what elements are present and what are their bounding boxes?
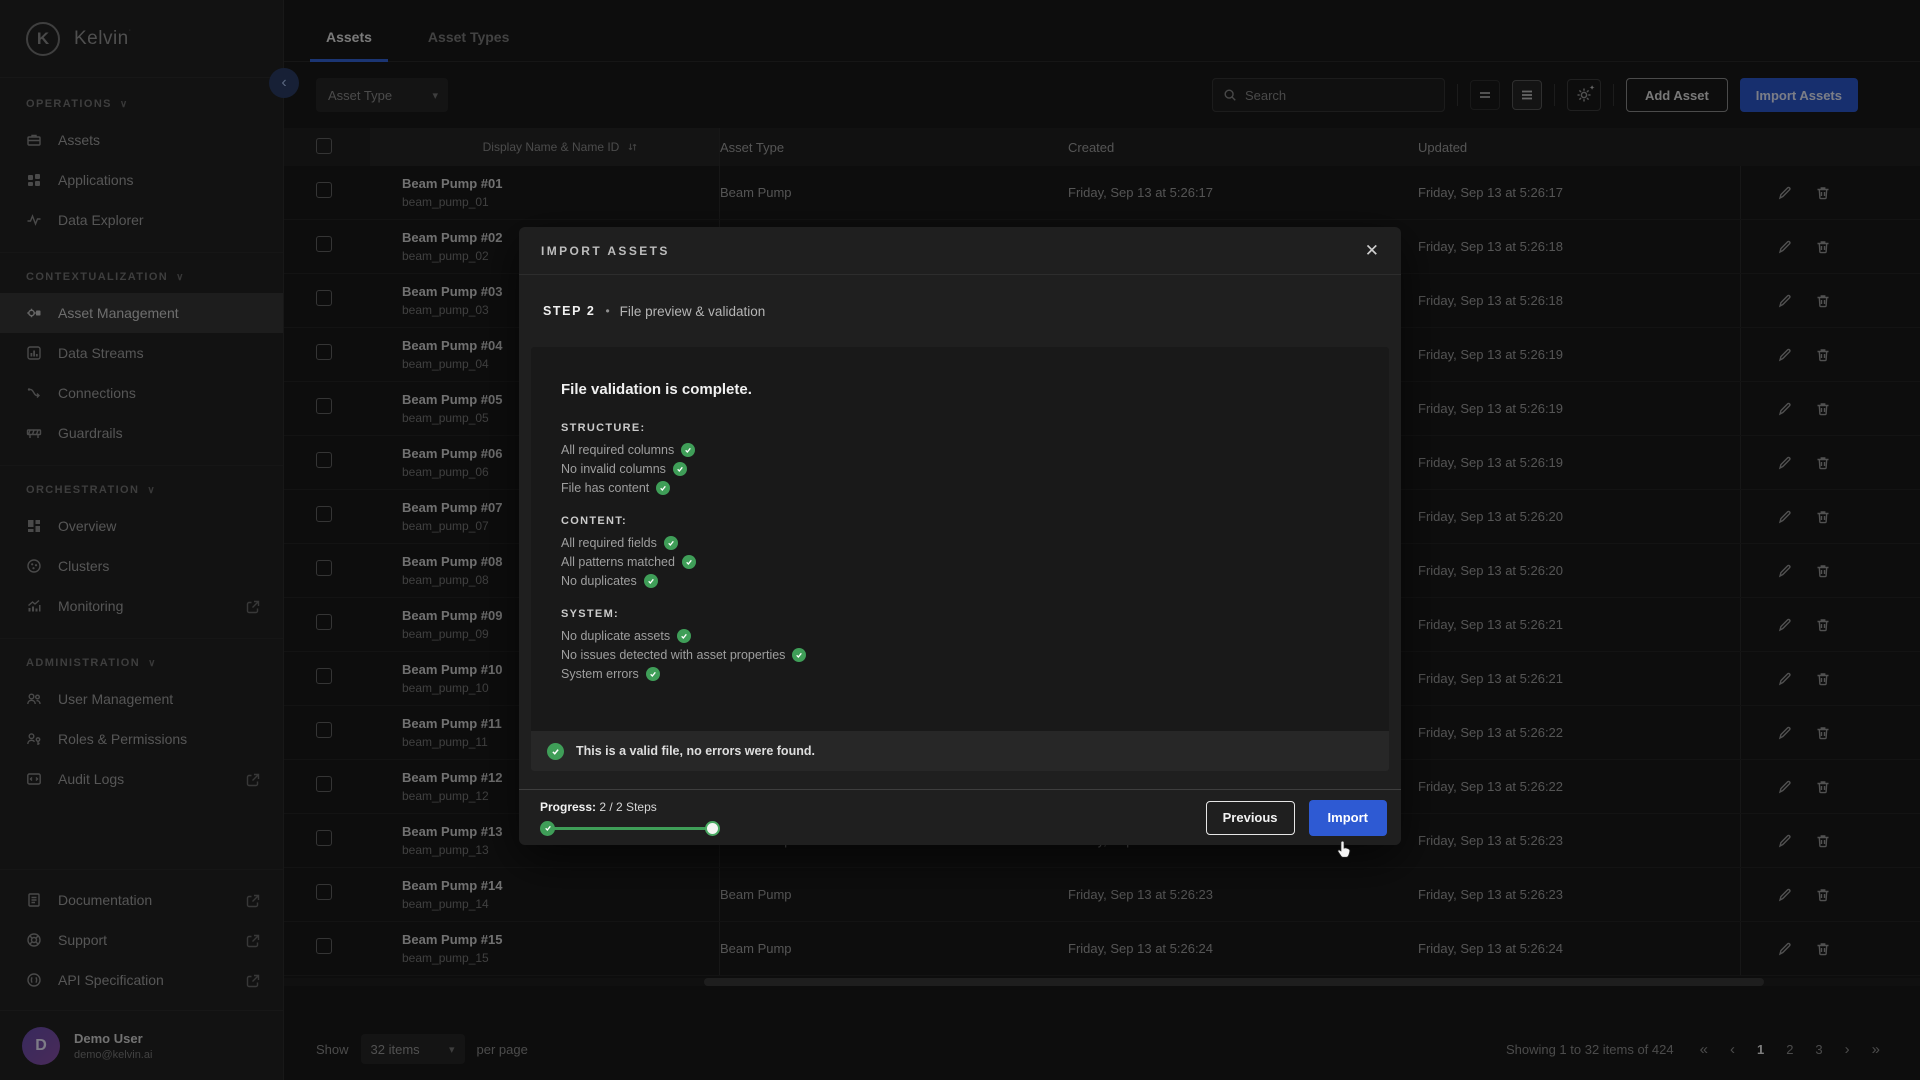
close-icon[interactable]: ✕	[1365, 241, 1379, 261]
progress-track	[540, 821, 720, 836]
mouse-cursor	[1335, 839, 1355, 859]
modal-step-bar: STEP 2 • File preview & validation	[519, 275, 1401, 347]
validation-item: All required fields	[561, 536, 1359, 550]
check-circle-icon	[644, 574, 658, 588]
check-circle-icon	[792, 648, 806, 662]
validation-item-text: File has content	[561, 481, 649, 495]
check-circle-icon	[681, 443, 695, 457]
check-circle-icon	[673, 462, 687, 476]
progress-block: Progress: 2 / 2 Steps	[540, 800, 720, 836]
validation-group-structure: STRUCTURE: All required columns No invalid…	[561, 422, 1359, 495]
validation-item: No invalid columns	[561, 462, 1359, 476]
validation-result-message: This is a valid file, no errors were fou…	[576, 744, 815, 758]
validation-item-text: No invalid columns	[561, 462, 666, 476]
progress-label-row: Progress: 2 / 2 Steps	[540, 800, 720, 814]
import-button[interactable]: Import	[1309, 800, 1387, 836]
modal-header: IMPORT ASSETS ✕	[519, 227, 1401, 275]
app-root: K Kelvin˙ OPERATIONS∨AssetsApplicationsD…	[0, 0, 1920, 1080]
modal-body: File validation is complete. STRUCTURE: A…	[519, 347, 1401, 771]
check-circle-icon	[682, 555, 696, 569]
check-circle-icon	[646, 667, 660, 681]
progress-step2-node	[705, 821, 720, 836]
check-circle-icon	[664, 536, 678, 550]
validation-panel: File validation is complete. STRUCTURE: A…	[531, 347, 1389, 771]
validation-item-text: No issues detected with asset properties	[561, 648, 785, 662]
previous-button[interactable]: Previous	[1206, 801, 1295, 835]
validation-item: All patterns matched	[561, 555, 1359, 569]
validation-item: No duplicate assets	[561, 629, 1359, 643]
validation-group-label: CONTENT:	[561, 515, 1359, 527]
step-label: STEP 2	[543, 304, 595, 318]
validation-group-content: CONTENT: All required fields All patterns …	[561, 515, 1359, 588]
check-circle-icon	[677, 629, 691, 643]
check-circle-icon	[656, 481, 670, 495]
progress-step1-node	[540, 821, 555, 836]
validation-groups: STRUCTURE: All required columns No invalid…	[561, 422, 1359, 681]
validation-group-label: STRUCTURE:	[561, 422, 1359, 434]
validation-group-system: SYSTEM: No duplicate assets No issues dete…	[561, 608, 1359, 681]
validation-item-text: All required columns	[561, 443, 674, 457]
validation-item-text: System errors	[561, 667, 639, 681]
check-circle-icon	[547, 743, 564, 760]
validation-item-text: All patterns matched	[561, 555, 675, 569]
validation-item: No duplicates	[561, 574, 1359, 588]
validation-item-text: All required fields	[561, 536, 657, 550]
validation-item-text: No duplicates	[561, 574, 637, 588]
modal-buttons: Previous Import	[1206, 800, 1387, 836]
progress-label: Progress:	[540, 800, 596, 814]
validation-item: System errors	[561, 667, 1359, 681]
validation-content: File validation is complete. STRUCTURE: A…	[531, 347, 1389, 731]
progress-value: 2 / 2 Steps	[599, 800, 656, 814]
validation-item: All required columns	[561, 443, 1359, 457]
modal-title: IMPORT ASSETS	[541, 244, 670, 258]
import-assets-modal: IMPORT ASSETS ✕ STEP 2 • File preview & …	[519, 227, 1401, 845]
step-separator: •	[605, 304, 609, 318]
validation-title: File validation is complete.	[561, 381, 1359, 398]
validation-item: No issues detected with asset properties	[561, 648, 1359, 662]
progress-line	[546, 827, 714, 830]
validation-item: File has content	[561, 481, 1359, 495]
validation-group-label: SYSTEM:	[561, 608, 1359, 620]
validation-result-bar: This is a valid file, no errors were fou…	[531, 731, 1389, 771]
modal-footer: Progress: 2 / 2 Steps Previous Import	[519, 789, 1401, 845]
validation-item-text: No duplicate assets	[561, 629, 670, 643]
step-description: File preview & validation	[620, 304, 766, 319]
